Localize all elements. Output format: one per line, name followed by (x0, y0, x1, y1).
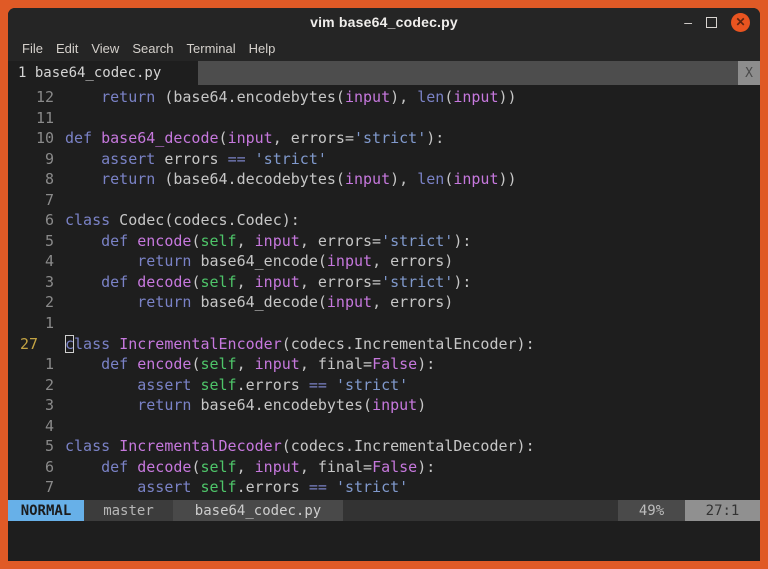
line-number: 12 (8, 87, 54, 108)
code-text: def decode(self, input, final=False): (65, 457, 435, 478)
tab-base64-codec[interactable]: 1 base64_codec.py (8, 61, 198, 85)
line-number: 5 (8, 231, 54, 252)
line-number: 2 (8, 375, 54, 396)
current-line-number: 27 (8, 334, 54, 355)
code-text: return (base64.decodebytes(input), len(i… (65, 169, 517, 190)
code-line[interactable]: 10 def base64_decode(input, errors='stric… (8, 128, 760, 149)
code-text: def encode(self, input, errors='strict')… (65, 231, 471, 252)
code-line[interactable]: 27 class IncrementalEncoder(codecs.Increm… (8, 334, 760, 355)
line-number: 4 (8, 251, 54, 272)
code-area[interactable]: 12 return (base64.encodebytes(input), le… (8, 85, 760, 500)
code-line[interactable]: 4 return base64_encode(input, errors) (8, 251, 760, 272)
code-line[interactable]: 5 class IncrementalDecoder(codecs.Increme… (8, 436, 760, 457)
terminal-window: vim base64_codec.py – ✕ File Edit View Sear… (8, 8, 760, 561)
tab-close-button[interactable]: X (738, 61, 760, 85)
line-number: 11 (8, 108, 54, 129)
code-line[interactable]: 6 def decode(self, input, final=False): (8, 457, 760, 478)
line-number: 8 (8, 169, 54, 190)
code-line[interactable]: 1 (8, 313, 760, 334)
status-filename: base64_codec.py (173, 500, 343, 521)
menu-item-terminal[interactable]: Terminal (187, 41, 236, 56)
code-text: class Codec(codecs.Codec): (65, 210, 300, 231)
close-button[interactable]: ✕ (731, 13, 750, 32)
tabbar: 1 base64_codec.py X (8, 61, 760, 85)
line-number: 3 (8, 395, 54, 416)
menu-item-file[interactable]: File (22, 41, 43, 56)
scroll-percentage: 49% (618, 500, 685, 521)
line-number: 7 (8, 477, 54, 498)
line-number: 3 (8, 272, 54, 293)
code-line[interactable]: 3 def decode(self, input, errors='strict… (8, 272, 760, 293)
command-line[interactable] (8, 521, 760, 561)
code-line[interactable]: 2 return base64_decode(input, errors) (8, 292, 760, 313)
minimize-button[interactable]: – (684, 17, 692, 27)
code-text: return base64.encodebytes(input) (65, 395, 426, 416)
tabbar-filler (198, 61, 738, 85)
vim-cursor: c (65, 335, 74, 353)
maximize-button[interactable] (706, 17, 717, 28)
statusbar-filler (343, 500, 618, 521)
code-text: def base64_decode(input, errors='strict'… (65, 128, 444, 149)
code-line[interactable]: 12 return (base64.encodebytes(input), le… (8, 87, 760, 108)
menu-item-view[interactable]: View (91, 41, 119, 56)
cursor-position: 27:1 (685, 500, 760, 521)
code-text: class IncrementalEncoder(codecs.Incremen… (65, 334, 535, 355)
code-line[interactable]: 3 return base64.encodebytes(input) (8, 395, 760, 416)
line-number: 5 (8, 436, 54, 457)
code-line[interactable]: 1 def encode(self, input, final=False): (8, 354, 760, 375)
line-number: 6 (8, 210, 54, 231)
code-line[interactable]: 9 assert errors == 'strict' (8, 149, 760, 170)
line-number: 2 (8, 292, 54, 313)
menu-item-edit[interactable]: Edit (56, 41, 78, 56)
line-number: 10 (8, 128, 54, 149)
code-line[interactable]: 5 def encode(self, input, errors='strict… (8, 231, 760, 252)
code-line[interactable]: 11 (8, 108, 760, 129)
titlebar: vim base64_codec.py – ✕ (8, 8, 760, 36)
code-line[interactable]: 8 return (base64.decodebytes(input), len… (8, 169, 760, 190)
code-text: return base64_decode(input, errors) (65, 292, 453, 313)
code-text: assert errors == 'strict' (65, 149, 327, 170)
code-text: def encode(self, input, final=False): (65, 354, 435, 375)
code-line[interactable]: 2 assert self.errors == 'strict' (8, 375, 760, 396)
code-text: return (base64.encodebytes(input), len(i… (65, 87, 517, 108)
line-number: 1 (8, 354, 54, 375)
code-text: return base64_encode(input, errors) (65, 251, 453, 272)
line-number: 1 (8, 313, 54, 334)
code-text: def decode(self, input, errors='strict')… (65, 272, 471, 293)
mode-indicator: NORMAL (8, 500, 84, 521)
screen-frame: vim base64_codec.py – ✕ File Edit View Sear… (0, 0, 768, 569)
code-line[interactable]: 6 class Codec(codecs.Codec): (8, 210, 760, 231)
code-text: assert self.errors == 'strict' (65, 375, 408, 396)
code-line[interactable]: 4 (8, 416, 760, 437)
line-number: 4 (8, 416, 54, 437)
code-text: class IncrementalDecoder(codecs.Incremen… (65, 436, 535, 457)
code-text: assert self.errors == 'strict' (65, 477, 408, 498)
line-number: 7 (8, 190, 54, 211)
menu-item-help[interactable]: Help (249, 41, 276, 56)
line-number: 6 (8, 457, 54, 478)
code-line[interactable]: 7 (8, 190, 760, 211)
code-line[interactable]: 7 assert self.errors == 'strict' (8, 477, 760, 498)
menubar: File Edit View Search Terminal Help (8, 36, 760, 61)
line-number: 9 (8, 149, 54, 170)
statusbar: NORMAL master base64_codec.py 49% 27:1 (8, 500, 760, 521)
window-title: vim base64_codec.py (8, 14, 760, 30)
git-branch: master (84, 500, 173, 521)
menu-item-search[interactable]: Search (132, 41, 173, 56)
window-controls: – ✕ (684, 13, 760, 32)
